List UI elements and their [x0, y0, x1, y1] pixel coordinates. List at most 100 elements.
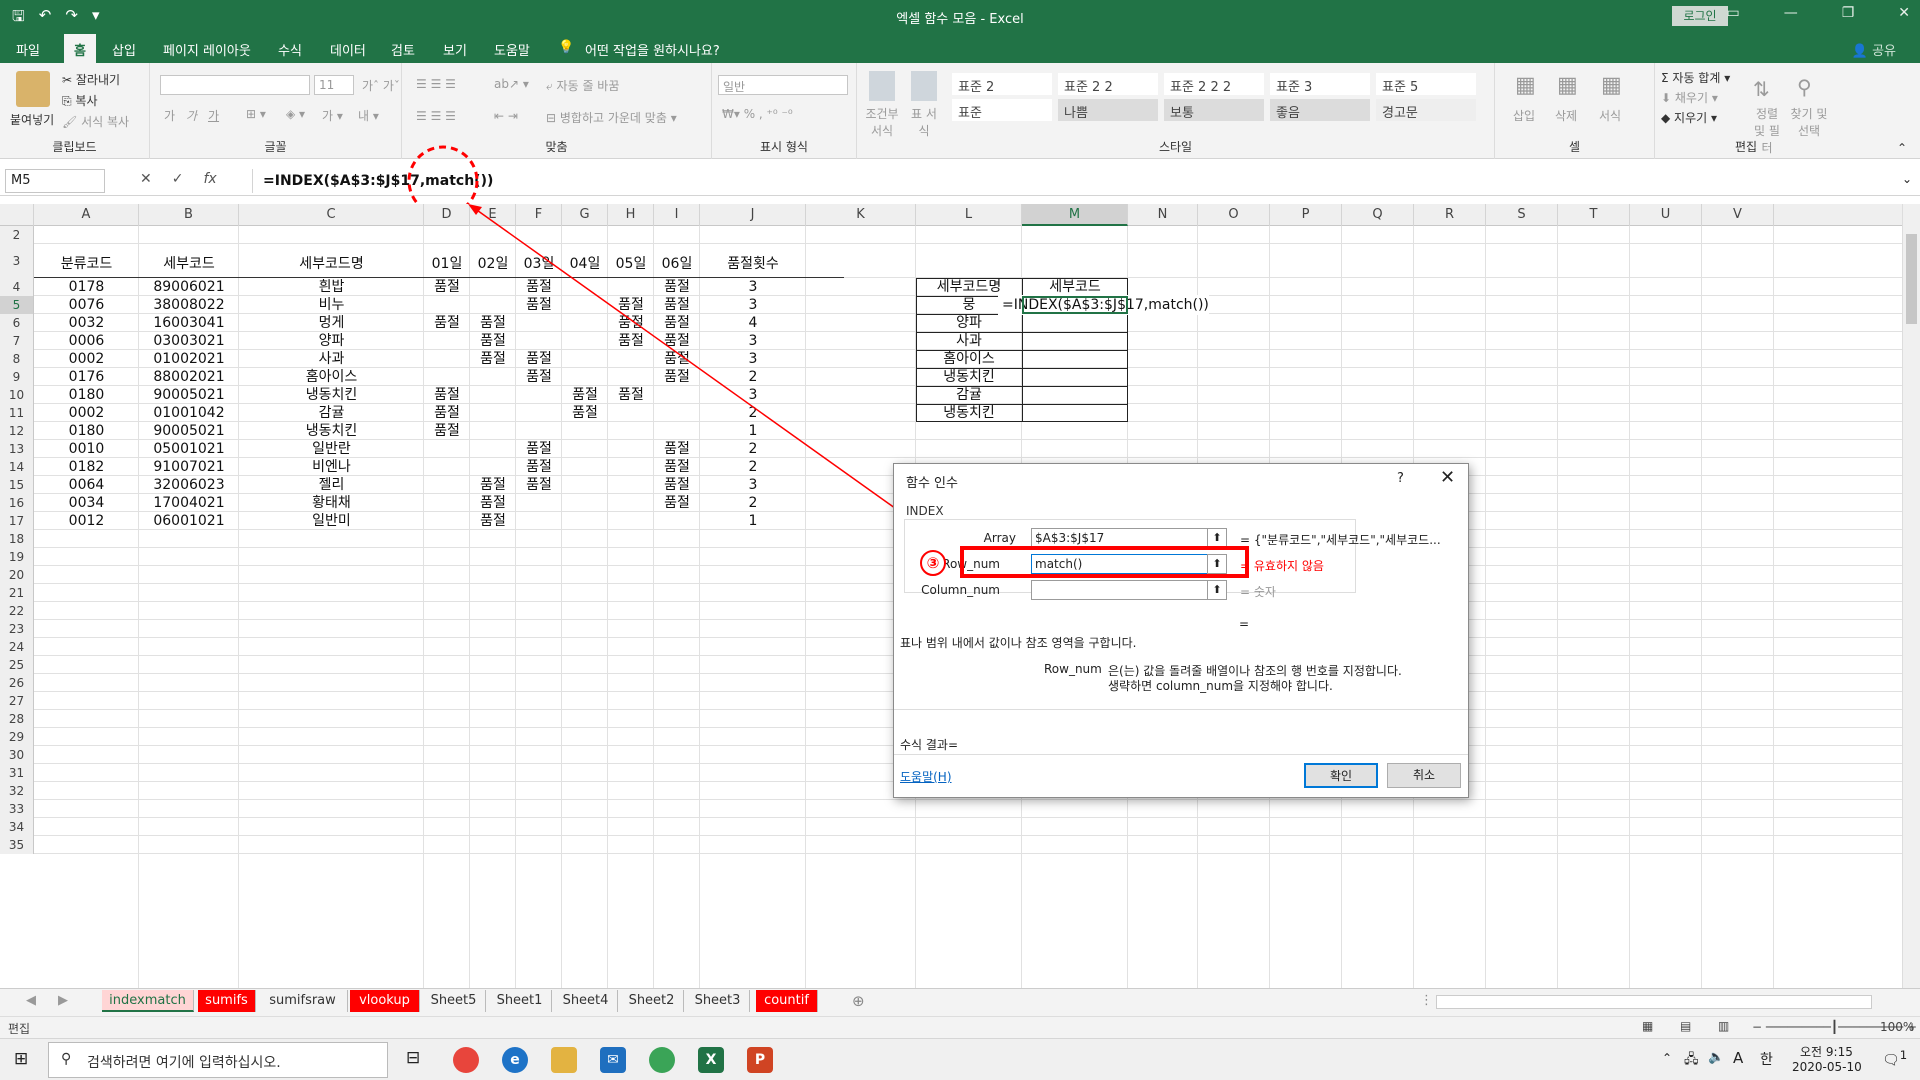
data-cell[interactable] [470, 439, 516, 459]
data-cell[interactable]: 품절 [424, 277, 470, 297]
data-cell[interactable]: 06001021 [139, 511, 239, 531]
clear-button[interactable]: ◆ 지우기 ▾ [1661, 109, 1717, 126]
row-header-33[interactable]: 33 [0, 800, 34, 818]
data-cell[interactable] [470, 457, 516, 477]
name-box[interactable]: M5 [5, 169, 105, 193]
data-cell[interactable]: 품절 [654, 475, 700, 495]
fill-color-icon[interactable]: ◈ ▾ [286, 107, 305, 121]
data-cell[interactable]: 품절 [516, 457, 562, 477]
column-header-i[interactable]: I [654, 204, 700, 226]
style-cell[interactable]: 경고문 [1376, 99, 1476, 121]
data-cell[interactable]: 16003041 [139, 313, 239, 333]
row-header-14[interactable]: 14 [0, 458, 34, 476]
add-sheet-icon[interactable]: ⊕ [852, 992, 865, 1010]
font-name-select[interactable] [160, 75, 310, 95]
data-cell[interactable]: 품절 [654, 439, 700, 459]
orientation-icon[interactable]: ab↗ ▾ [494, 77, 529, 91]
data-cell[interactable]: 품절 [654, 493, 700, 513]
row-header-35[interactable]: 35 [0, 836, 34, 854]
column-header-n[interactable]: N [1128, 204, 1198, 226]
row-header-30[interactable]: 30 [0, 746, 34, 764]
data-cell[interactable]: 2 [700, 457, 806, 477]
data-cell[interactable]: 황태채 [239, 493, 424, 513]
row-header-21[interactable]: 21 [0, 584, 34, 602]
data-cell[interactable]: 품절 [470, 475, 516, 495]
mail-icon[interactable]: ✉ [600, 1047, 626, 1073]
row-header-12[interactable]: 12 [0, 422, 34, 440]
data-cell[interactable] [470, 385, 516, 405]
data-cell[interactable] [608, 277, 654, 297]
data-cell[interactable] [424, 493, 470, 513]
data-cell[interactable]: 일반란 [239, 439, 424, 459]
row-header-3[interactable]: 3 [0, 244, 34, 278]
data-cell[interactable]: 품절 [516, 349, 562, 369]
data-cell[interactable]: 품절 [654, 277, 700, 297]
data-cell[interactable]: 0178 [34, 277, 139, 297]
data-cell[interactable]: 냉동치킨 [239, 385, 424, 405]
page-break-view-icon[interactable]: ▥ [1718, 1019, 1729, 1033]
data-cell[interactable]: 0180 [34, 421, 139, 441]
collapse-array-icon[interactable]: ⬆ [1207, 528, 1227, 548]
data-cell[interactable]: 품절 [562, 385, 608, 405]
data-cell[interactable] [654, 511, 700, 531]
row-header-11[interactable]: 11 [0, 404, 34, 422]
lookup-header-name[interactable]: 세부코드명 [916, 277, 1022, 297]
data-cell[interactable] [654, 403, 700, 423]
column-header-s[interactable]: S [1486, 204, 1558, 226]
fill-button[interactable]: ⬇ 채우기 ▾ [1661, 89, 1718, 106]
data-cell[interactable] [608, 475, 654, 495]
data-cell[interactable]: 03003021 [139, 331, 239, 351]
data-cell[interactable]: 91007021 [139, 457, 239, 477]
lookup-name-cell[interactable]: 양파 [916, 313, 1022, 333]
normal-view-icon[interactable]: ▦ [1642, 1019, 1653, 1033]
format-cells-icon[interactable]: ▦ [1601, 73, 1622, 98]
menu-insert[interactable]: 삽입 [112, 40, 136, 59]
column-title[interactable]: 분류코드 [34, 254, 139, 274]
select-all-corner[interactable] [0, 204, 34, 226]
row-header-2[interactable]: 2 [0, 226, 34, 244]
data-cell[interactable]: 비누 [239, 295, 424, 315]
data-cell[interactable]: 사과 [239, 349, 424, 369]
formula-input[interactable]: =INDEX($A$3:$J$17,match()) [252, 169, 1890, 193]
menu-formulas[interactable]: 수식 [278, 40, 302, 59]
cancel-icon[interactable]: ✕ [140, 171, 152, 187]
data-cell[interactable]: 05001021 [139, 439, 239, 459]
column-header-r[interactable]: R [1414, 204, 1486, 226]
data-cell[interactable]: 품절 [654, 331, 700, 351]
data-cell[interactable] [608, 493, 654, 513]
data-cell[interactable]: 품절 [516, 439, 562, 459]
style-cell[interactable]: 표준 3 [1270, 73, 1370, 95]
row-header-19[interactable]: 19 [0, 548, 34, 566]
underline-button[interactable]: 가 [208, 107, 219, 124]
column-header-o[interactable]: O [1198, 204, 1270, 226]
data-cell[interactable]: 품절 [424, 421, 470, 441]
data-cell[interactable]: 3 [700, 331, 806, 351]
clock-time[interactable]: 오전 9:15 [1800, 1043, 1853, 1060]
data-cell[interactable]: 01001042 [139, 403, 239, 423]
collapse-ribbon-icon[interactable]: ⌃ [1897, 141, 1907, 155]
phonetic-icon[interactable]: 내 ▾ [358, 107, 379, 124]
tab-sheet5[interactable]: Sheet5 [422, 990, 486, 1012]
file-explorer-icon[interactable] [551, 1047, 577, 1073]
data-cell[interactable] [562, 475, 608, 495]
data-cell[interactable]: 0032 [34, 313, 139, 333]
column-title[interactable]: 02일 [470, 254, 516, 274]
tab-countif[interactable]: countif [756, 990, 818, 1012]
data-cell[interactable]: 0002 [34, 403, 139, 423]
data-cell[interactable] [470, 367, 516, 387]
data-cell[interactable]: 품절 [516, 475, 562, 495]
lookup-header-code[interactable]: 세부코드 [1022, 277, 1128, 297]
row-header-31[interactable]: 31 [0, 764, 34, 782]
zoom-level[interactable]: 100% [1880, 1020, 1914, 1034]
data-cell[interactable] [516, 421, 562, 441]
data-cell[interactable] [562, 331, 608, 351]
halign-icons[interactable]: ☰ ☰ ☰ [416, 109, 456, 123]
data-cell[interactable]: 품절 [516, 295, 562, 315]
column-header-v[interactable]: V [1702, 204, 1774, 226]
data-cell[interactable]: 흰밥 [239, 277, 424, 297]
data-cell[interactable]: 품절 [608, 313, 654, 333]
data-cell[interactable]: 품절 [654, 349, 700, 369]
data-cell[interactable]: 품절 [654, 313, 700, 333]
data-cell[interactable] [424, 511, 470, 531]
data-cell[interactable]: 0176 [34, 367, 139, 387]
